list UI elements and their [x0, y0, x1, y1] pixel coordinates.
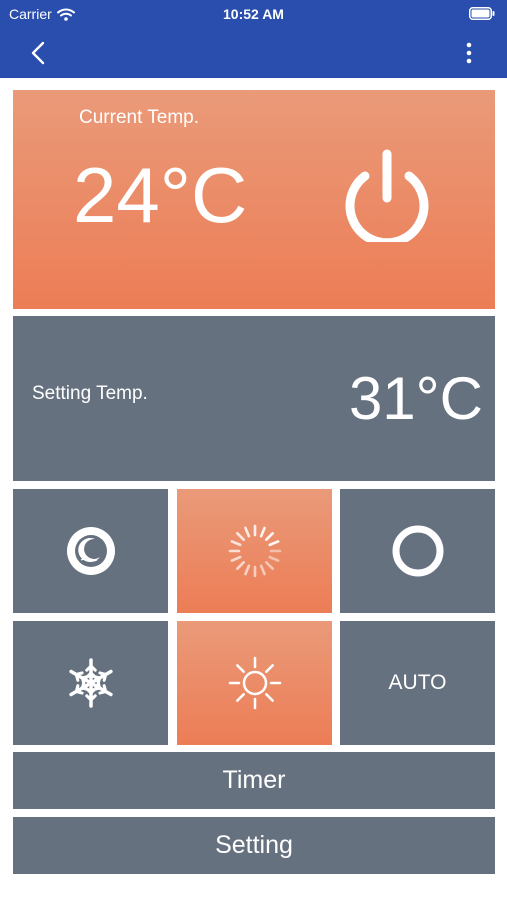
- setting-temp-label: Setting Temp.: [32, 383, 148, 404]
- auto-mode-label: AUTO: [388, 671, 447, 694]
- setting-button[interactable]: Setting: [13, 817, 495, 874]
- status-time: 10:52 AM: [223, 6, 284, 22]
- cool-mode-button[interactable]: [13, 621, 168, 745]
- sleep-mode-button[interactable]: [13, 489, 168, 613]
- status-bar: Carrier 10:52 AM: [0, 0, 507, 28]
- auto-mode-button[interactable]: AUTO: [340, 621, 495, 745]
- battery-icon: [469, 7, 495, 20]
- current-temp-panel: Current Temp. 24°C: [13, 90, 495, 309]
- back-icon[interactable]: [26, 40, 50, 66]
- sun-icon: [228, 656, 281, 710]
- ring-mode-button[interactable]: [340, 489, 495, 613]
- power-icon[interactable]: [337, 148, 437, 242]
- heat-mode-button[interactable]: [177, 621, 332, 745]
- timer-button-label: Timer: [222, 766, 286, 794]
- current-temp-label: Current Temp.: [79, 107, 200, 128]
- nav-bar: [0, 28, 507, 78]
- current-temp-value: 24°C: [73, 151, 248, 239]
- setting-button-label: Setting: [215, 831, 293, 859]
- timer-button[interactable]: Timer: [13, 752, 495, 809]
- more-vertical-icon[interactable]: [457, 41, 481, 65]
- setting-temp-value: 31°C: [348, 365, 483, 432]
- sleep-moon-icon: [66, 527, 115, 575]
- ring-icon: [392, 525, 443, 577]
- snowflake-icon: [68, 658, 113, 708]
- fan-speed-button[interactable]: [177, 489, 332, 613]
- setting-temp-panel: Setting Temp. 31°C: [13, 316, 495, 481]
- fan-speed-icon: [228, 524, 281, 578]
